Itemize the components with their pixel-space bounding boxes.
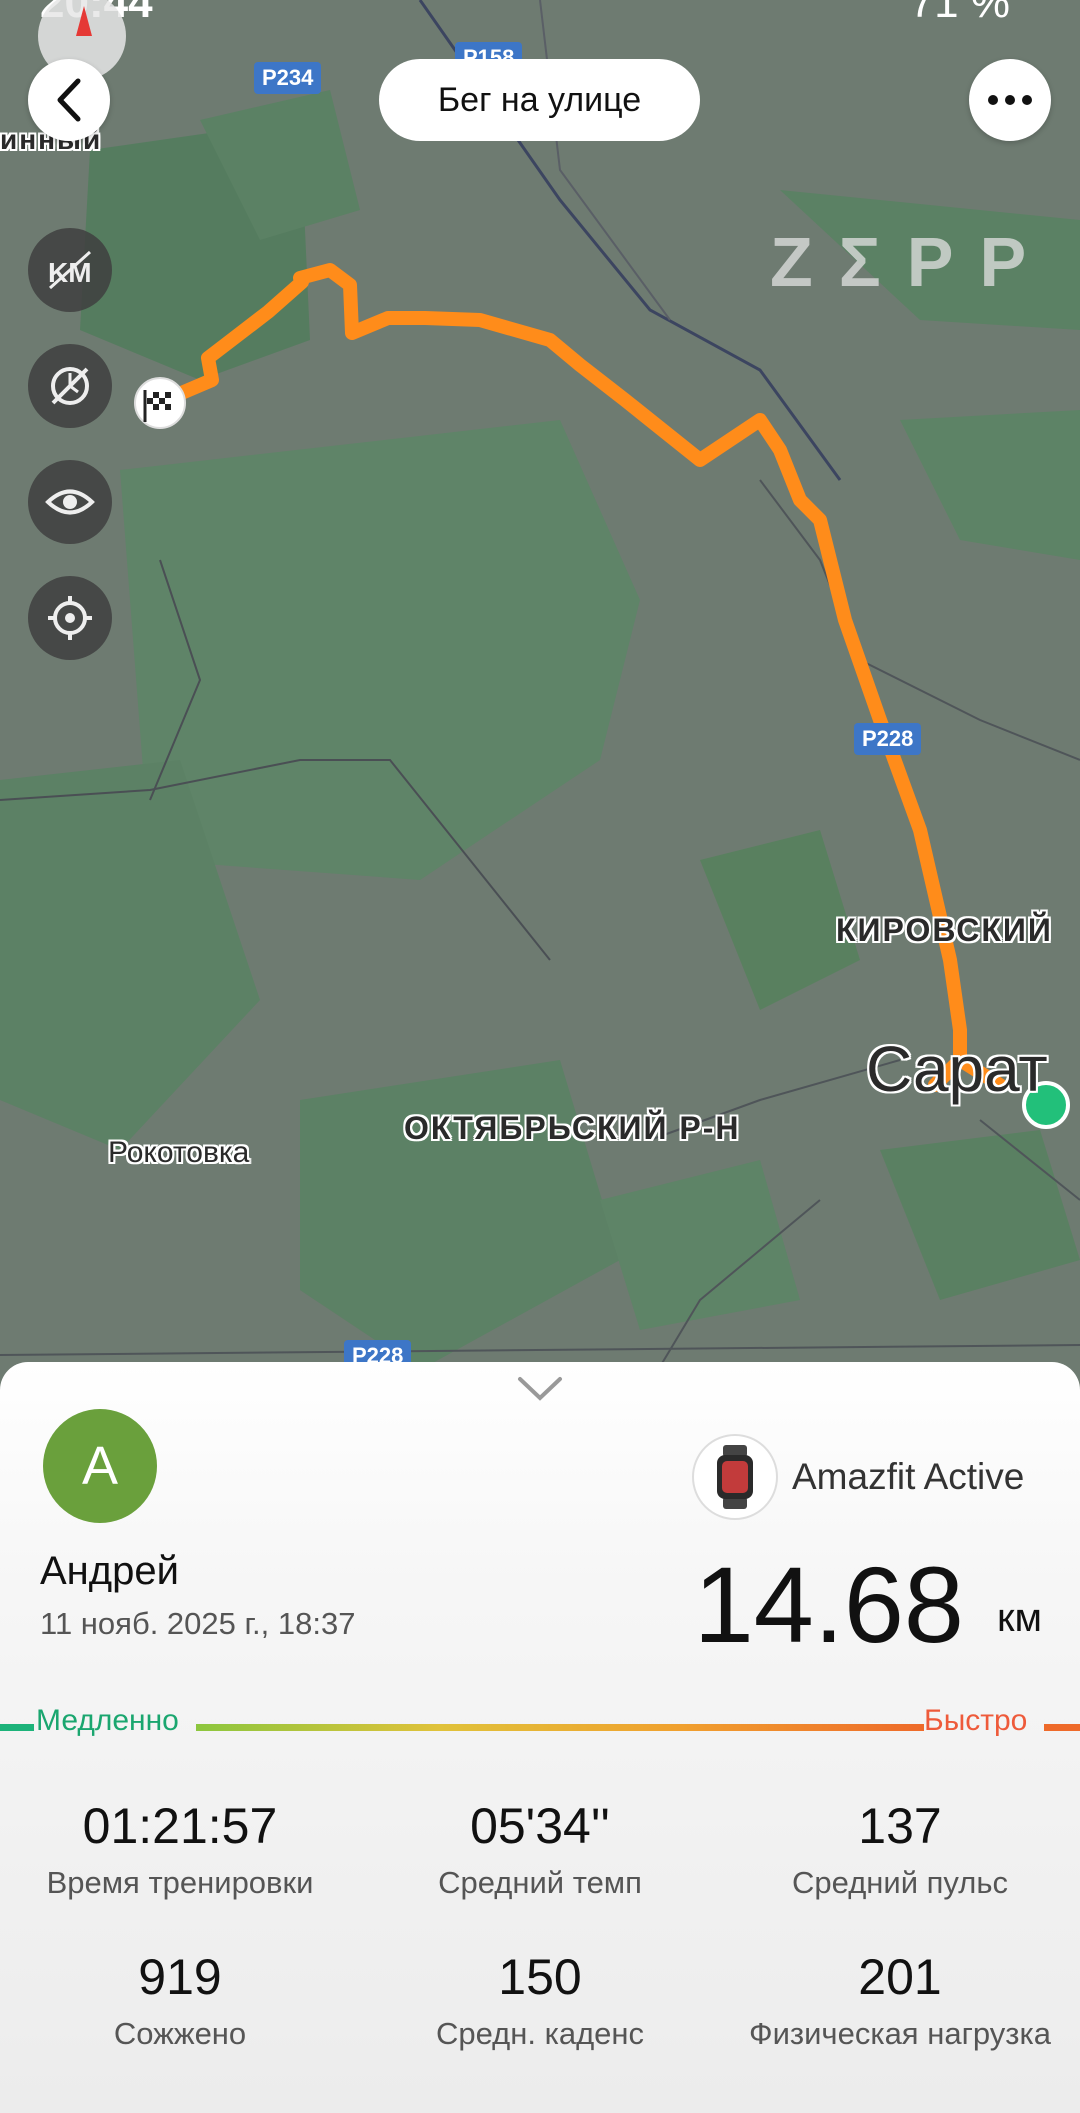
- road-badge: Р228: [854, 723, 922, 755]
- stat-label: Время тренировки: [46, 1865, 314, 1900]
- map-city-label: Сарат: [866, 1033, 1048, 1105]
- pace-off-icon: [51, 367, 89, 405]
- avatar[interactable]: А: [43, 1409, 157, 1523]
- stat-label: Физическая нагрузка: [749, 2016, 1051, 2051]
- back-button[interactable]: [28, 59, 110, 141]
- stat-workout-time: 01:21:57 Время тренировки: [0, 1797, 360, 1901]
- more-dots-icon: [988, 95, 1032, 105]
- workout-type-title: Бег на улице: [379, 59, 700, 141]
- visibility-toggle[interactable]: [28, 460, 112, 544]
- zepp-watermark: ZΣPP: [770, 223, 1053, 301]
- km-markers-icon: KM: [48, 250, 92, 290]
- stat-cadence: 150 Средн. каденс: [360, 1948, 720, 2052]
- stat-label: Средний темп: [438, 1865, 642, 1900]
- stat-avg-pace: 05'34'' Средний темп: [360, 1797, 720, 1901]
- pace-slow-label: Медленно: [36, 1704, 179, 1737]
- stat-value: 01:21:57: [82, 1798, 278, 1854]
- stat-value: 150: [498, 1949, 582, 2005]
- workout-date: 11 нояб. 2025 г., 18:37: [40, 1606, 356, 1641]
- stat-value: 919: [138, 1949, 222, 2005]
- map-canvas: [0, 0, 1080, 1400]
- locate-icon: [48, 596, 92, 640]
- distance-value: 14.68: [693, 1544, 964, 1665]
- map-place-label: КИРОВСКИЙ: [836, 912, 1053, 948]
- locate-button[interactable]: [28, 576, 112, 660]
- watch-icon: [692, 1434, 778, 1520]
- workout-summary-sheet: А Amazfit Active Андрей 11 нояб. 2025 г.…: [0, 1362, 1080, 2113]
- device-name: Amazfit Active: [792, 1456, 1025, 1497]
- eye-icon: [45, 489, 95, 515]
- stat-label: Средн. каденс: [435, 2016, 645, 2051]
- map-place-label: ОКТЯБРЬСКИЙ Р-Н: [404, 1110, 741, 1146]
- stat-training-load: 201 Физическая нагрузка: [720, 1948, 1080, 2052]
- stat-value: 137: [858, 1798, 942, 1854]
- kilometer-markers-toggle[interactable]: KM: [28, 228, 112, 312]
- status-battery: 71 %: [909, 0, 1010, 27]
- stat-label: Сожжено: [113, 2016, 247, 2051]
- pace-fast-label: Быстро: [924, 1704, 1028, 1737]
- stat-value: 201: [858, 1949, 942, 2005]
- user-name: Андрей: [40, 1549, 179, 1593]
- stat-value: 05'34'': [470, 1798, 610, 1854]
- more-button[interactable]: [969, 59, 1051, 141]
- collapse-chevron-icon[interactable]: [517, 1376, 563, 1407]
- road-badge: Р234: [254, 62, 322, 94]
- stat-label: Средний пульс: [792, 1865, 1008, 1900]
- pace-overlay-toggle[interactable]: [28, 344, 112, 428]
- route-map[interactable]: [0, 0, 1080, 1400]
- back-arrow-icon: [57, 78, 81, 122]
- stat-avg-heart-rate: 137 Средний пульс: [720, 1797, 1080, 1901]
- stat-calories: 919 Сожжено: [0, 1948, 360, 2052]
- distance-unit: км: [997, 1596, 1042, 1640]
- map-place-label: Рокотовка: [108, 1136, 250, 1169]
